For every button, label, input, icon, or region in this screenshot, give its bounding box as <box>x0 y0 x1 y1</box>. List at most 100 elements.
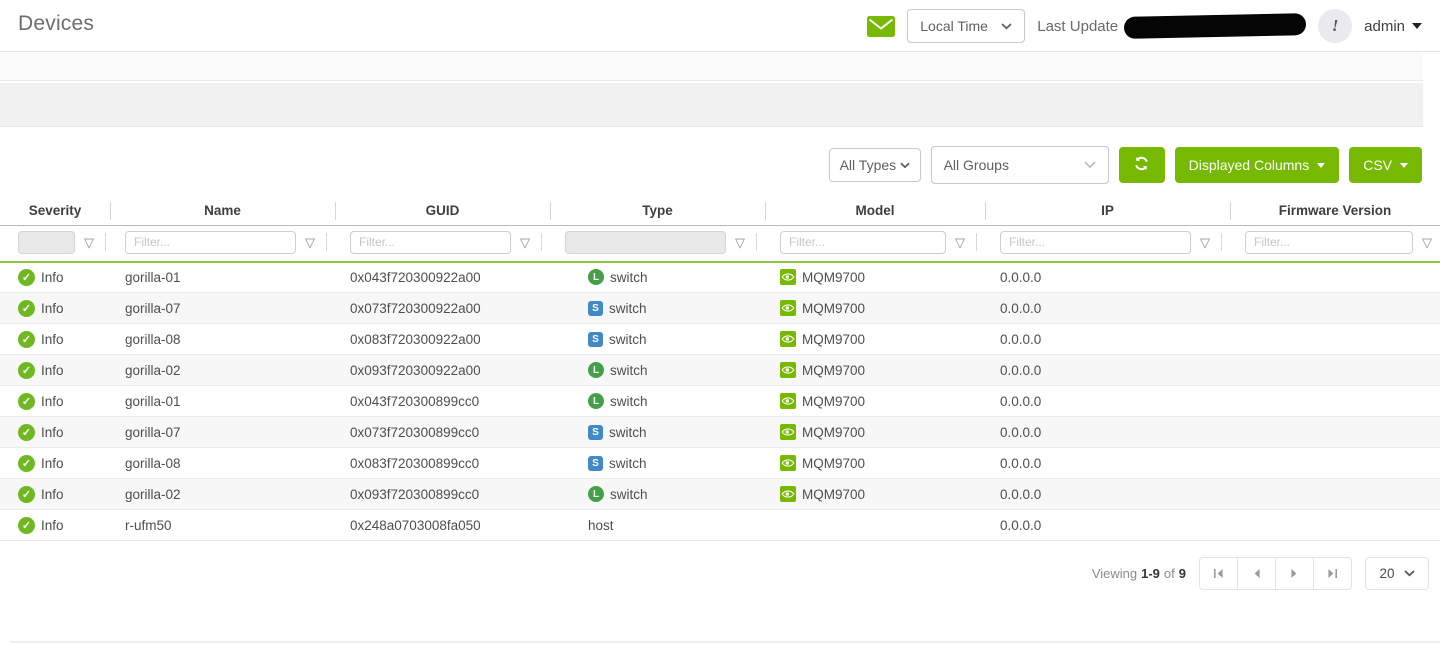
viewing-text: Viewing 1-9 of 9 <box>1092 566 1186 581</box>
displayed-columns-label: Displayed Columns <box>1189 157 1310 173</box>
column-header-ip[interactable]: IP <box>985 197 1230 225</box>
name-cell: gorilla-02 <box>110 479 335 510</box>
column-header-model[interactable]: Model <box>765 197 985 225</box>
ip-filter-input[interactable] <box>1000 231 1191 254</box>
displayed-columns-button[interactable]: Displayed Columns <box>1175 147 1340 183</box>
table-row[interactable]: ✓Infogorilla-070x073f720300922a00Sswitch… <box>0 293 1440 324</box>
type-label: switch <box>609 301 647 316</box>
filter-funnel-icon[interactable]: ▽ <box>1200 236 1210 249</box>
guid-cell: 0x093f720300922a00 <box>335 355 550 386</box>
filter-funnel-icon[interactable]: ▽ <box>84 236 94 249</box>
filter-funnel-icon[interactable]: ▽ <box>1422 236 1432 249</box>
column-header-guid[interactable]: GUID <box>335 197 550 225</box>
ip-cell: 0.0.0.0 <box>985 510 1230 541</box>
chevron-down-icon <box>900 162 910 169</box>
user-menu[interactable]: admin <box>1364 18 1422 35</box>
severity-cell: ✓Info <box>0 324 110 355</box>
column-header-type[interactable]: Type <box>550 197 765 225</box>
severity-label: Info <box>41 425 64 440</box>
previous-page-button[interactable] <box>1237 557 1276 590</box>
nvidia-logo-icon <box>780 300 796 316</box>
type-cell: Lswitch <box>550 262 765 293</box>
model-cell: MQM9700 <box>765 262 985 293</box>
severity-filter-input <box>18 231 75 254</box>
model-filter-input[interactable] <box>780 231 946 254</box>
filter-funnel-icon[interactable]: ▽ <box>520 236 530 249</box>
type-cell: Lswitch <box>550 479 765 510</box>
user-name: admin <box>1364 18 1405 35</box>
severity-cell: ✓Info <box>0 510 110 541</box>
info-check-icon: ✓ <box>18 269 35 286</box>
table-row[interactable]: ✓Infogorilla-080x083f720300922a00Sswitch… <box>0 324 1440 355</box>
top-bar: Devices Local Time Last Update ! admin <box>0 0 1440 52</box>
chevron-down-icon <box>1001 23 1012 30</box>
timezone-select[interactable]: Local Time <box>907 9 1025 43</box>
chevron-down-icon <box>1084 161 1096 169</box>
type-filter-select[interactable]: All Types <box>829 148 921 182</box>
name-cell: r-ufm50 <box>110 510 335 541</box>
model-cell: MQM9700 <box>765 324 985 355</box>
nvidia-logo-icon <box>780 269 796 285</box>
type-label: switch <box>610 270 648 285</box>
type-cell: host <box>550 510 765 541</box>
help-icon[interactable]: ! <box>1318 9 1352 43</box>
guid-cell: 0x093f720300899cc0 <box>335 479 550 510</box>
spine-badge-icon: S <box>588 425 603 440</box>
firmware-cell <box>1230 448 1440 479</box>
mail-icon[interactable] <box>867 16 895 37</box>
guid-cell: 0x043f720300899cc0 <box>335 386 550 417</box>
page-size-select[interactable]: 20 <box>1365 557 1429 590</box>
ip-cell: 0.0.0.0 <box>985 293 1230 324</box>
guid-filter-input[interactable] <box>350 231 511 254</box>
firmware-cell <box>1230 386 1440 417</box>
type-cell: Lswitch <box>550 355 765 386</box>
column-header-severity[interactable]: Severity <box>0 197 110 225</box>
filter-funnel-icon[interactable]: ▽ <box>735 236 745 249</box>
firmware-cell <box>1230 479 1440 510</box>
column-header-name[interactable]: Name <box>110 197 335 225</box>
table-row[interactable]: ✓Infogorilla-070x073f720300899cc0Sswitch… <box>0 417 1440 448</box>
type-filter-input <box>565 231 726 254</box>
nvidia-logo-icon <box>780 393 796 409</box>
nvidia-logo-icon <box>780 486 796 502</box>
type-label: switch <box>610 363 648 378</box>
table-header-row: Severity Name GUID Type Model IP Firmwar… <box>0 197 1440 225</box>
table-row[interactable]: ✓Infogorilla-020x093f720300899cc0Lswitch… <box>0 479 1440 510</box>
firmware-cell <box>1230 324 1440 355</box>
filter-funnel-icon[interactable]: ▽ <box>305 236 315 249</box>
type-cell: Lswitch <box>550 386 765 417</box>
severity-cell: ✓Info <box>0 417 110 448</box>
page-title: Devices <box>18 12 94 36</box>
first-page-button[interactable] <box>1199 557 1238 590</box>
table-row[interactable]: ✓Infogorilla-010x043f720300899cc0Lswitch… <box>0 386 1440 417</box>
column-header-firmware[interactable]: Firmware Version <box>1230 197 1440 225</box>
firmware-filter-input[interactable] <box>1245 231 1413 254</box>
firmware-cell <box>1230 417 1440 448</box>
leaf-badge-icon: L <box>588 362 604 378</box>
model-label: MQM9700 <box>802 425 865 440</box>
guid-cell: 0x083f720300922a00 <box>335 324 550 355</box>
next-page-button[interactable] <box>1275 557 1314 590</box>
last-page-button[interactable] <box>1313 557 1352 590</box>
filter-funnel-icon[interactable]: ▽ <box>955 236 965 249</box>
table-row[interactable]: ✓Infogorilla-080x083f720300899cc0Sswitch… <box>0 448 1440 479</box>
type-cell: Sswitch <box>550 324 765 355</box>
ip-cell: 0.0.0.0 <box>985 355 1230 386</box>
leaf-badge-icon: L <box>588 486 604 502</box>
model-cell <box>765 510 985 541</box>
name-cell: gorilla-01 <box>110 386 335 417</box>
table-row[interactable]: ✓Infogorilla-010x043f720300922a00Lswitch… <box>0 262 1440 293</box>
group-filter-select[interactable]: All Groups <box>931 146 1109 184</box>
table-row[interactable]: ✓Infor-ufm500x248a0703008fa050host0.0.0.… <box>0 510 1440 541</box>
refresh-button[interactable] <box>1119 147 1165 183</box>
type-label: switch <box>609 425 647 440</box>
chevron-down-icon <box>1317 163 1325 168</box>
table-row[interactable]: ✓Infogorilla-020x093f720300922a00Lswitch… <box>0 355 1440 386</box>
leaf-badge-icon: L <box>588 393 604 409</box>
csv-button[interactable]: CSV <box>1349 147 1422 183</box>
model-cell: MQM9700 <box>765 293 985 324</box>
guid-cell: 0x073f720300922a00 <box>335 293 550 324</box>
type-label: switch <box>609 456 647 471</box>
model-cell: MQM9700 <box>765 355 985 386</box>
name-filter-input[interactable] <box>125 231 296 254</box>
